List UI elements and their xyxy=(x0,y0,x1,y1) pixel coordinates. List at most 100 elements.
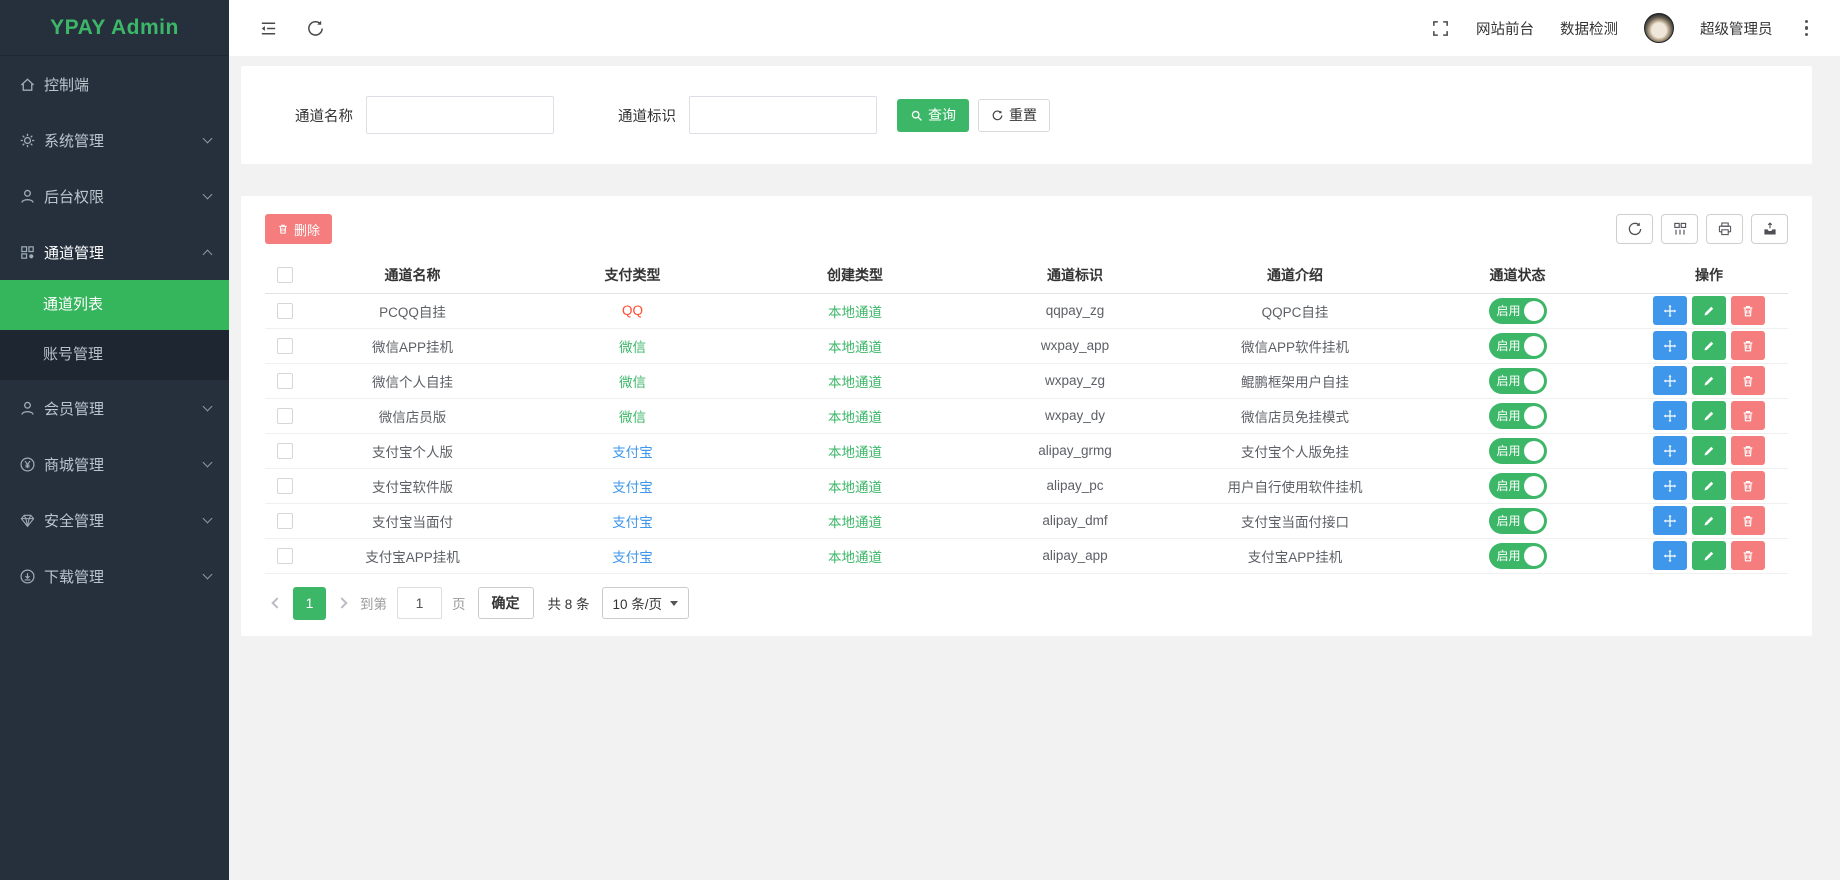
status-toggle[interactable]: 启用 xyxy=(1489,438,1547,464)
avatar[interactable] xyxy=(1644,13,1674,43)
move-button[interactable] xyxy=(1653,506,1687,535)
next-page-icon[interactable] xyxy=(336,597,347,608)
sidebar-subitem-account[interactable]: 账号管理 xyxy=(0,330,229,380)
move-button[interactable] xyxy=(1653,401,1687,430)
pay-type-cell: 支付宝 xyxy=(612,480,653,495)
sidebar-item-download[interactable]: 下载管理 xyxy=(0,548,229,604)
move-button[interactable] xyxy=(1653,436,1687,465)
row-delete-button[interactable] xyxy=(1731,331,1765,360)
move-button[interactable] xyxy=(1653,541,1687,570)
move-button[interactable] xyxy=(1653,366,1687,395)
reset-button[interactable]: 重置 xyxy=(978,99,1050,132)
sidebar-subitem-channel-list[interactable]: 通道列表 xyxy=(0,280,229,330)
move-button[interactable] xyxy=(1653,471,1687,500)
status-toggle[interactable]: 启用 xyxy=(1489,368,1547,394)
export-button[interactable] xyxy=(1751,214,1788,244)
prev-page-icon[interactable] xyxy=(271,597,282,608)
collapse-menu-icon[interactable] xyxy=(259,19,278,38)
fullscreen-icon[interactable] xyxy=(1431,19,1450,38)
more-menu-icon[interactable] xyxy=(1799,18,1815,39)
row-checkbox[interactable] xyxy=(277,478,293,494)
print-button[interactable] xyxy=(1706,214,1743,244)
channel-name-label: 通道名称 xyxy=(295,105,353,126)
row-checkbox[interactable] xyxy=(277,408,293,424)
channel-desc-cell: QQPC自挂 xyxy=(1185,293,1405,328)
status-toggle[interactable]: 启用 xyxy=(1489,508,1547,534)
channel-code-cell: wxpay_zg xyxy=(965,363,1185,398)
site-front-link[interactable]: 网站前台 xyxy=(1476,18,1534,39)
move-icon xyxy=(1663,549,1677,563)
sidebar-item-backend-auth[interactable]: 后台权限 xyxy=(0,168,229,224)
move-button[interactable] xyxy=(1653,296,1687,325)
row-checkbox[interactable] xyxy=(277,303,293,319)
row-delete-button[interactable] xyxy=(1731,401,1765,430)
channel-name-input[interactable] xyxy=(366,96,554,134)
columns-filter-button[interactable] xyxy=(1661,214,1698,244)
status-toggle[interactable]: 启用 xyxy=(1489,403,1547,429)
page-size-select[interactable]: 10 条/页 xyxy=(602,587,690,619)
row-checkbox[interactable] xyxy=(277,373,293,389)
goto-confirm-button[interactable]: 确定 xyxy=(478,587,534,619)
edit-button[interactable] xyxy=(1692,296,1726,325)
trash-icon xyxy=(1741,444,1755,458)
pencil-icon xyxy=(1702,374,1716,388)
sidebar-item-mall[interactable]: 商城管理 xyxy=(0,436,229,492)
pencil-icon xyxy=(1702,514,1716,528)
table-row: 微信个人自挂 微信 本地通道 wxpay_zg 鲲鹏框架用户自挂 启用 xyxy=(265,363,1788,398)
row-delete-button[interactable] xyxy=(1731,296,1765,325)
channel-desc-cell: 微信APP软件挂机 xyxy=(1185,328,1405,363)
status-toggle[interactable]: 启用 xyxy=(1489,333,1547,359)
row-checkbox[interactable] xyxy=(277,513,293,529)
refresh-table-button[interactable] xyxy=(1616,214,1653,244)
query-button[interactable]: 查询 xyxy=(897,99,969,132)
row-checkbox[interactable] xyxy=(277,443,293,459)
toggle-knob xyxy=(1524,301,1544,321)
edit-button[interactable] xyxy=(1692,506,1726,535)
edit-button[interactable] xyxy=(1692,366,1726,395)
refresh-icon xyxy=(1627,221,1643,237)
row-delete-button[interactable] xyxy=(1731,471,1765,500)
edit-button[interactable] xyxy=(1692,471,1726,500)
sidebar-item-channel[interactable]: 通道管理 xyxy=(0,224,229,280)
pay-type-cell: QQ xyxy=(622,303,643,318)
sidebar-item-console[interactable]: 控制端 xyxy=(0,56,229,112)
sidebar-subitem-label: 账号管理 xyxy=(43,346,103,363)
edit-button[interactable] xyxy=(1692,331,1726,360)
sidebar-item-system[interactable]: 系统管理 xyxy=(0,112,229,168)
data-check-link[interactable]: 数据检测 xyxy=(1560,18,1618,39)
edit-button[interactable] xyxy=(1692,541,1726,570)
goto-page-input[interactable] xyxy=(397,587,442,619)
edit-button[interactable] xyxy=(1692,436,1726,465)
status-toggle[interactable]: 启用 xyxy=(1489,473,1547,499)
row-actions xyxy=(1630,471,1788,500)
username[interactable]: 超级管理员 xyxy=(1700,18,1773,39)
sidebar-item-member[interactable]: 会员管理 xyxy=(0,380,229,436)
move-button[interactable] xyxy=(1653,331,1687,360)
row-delete-button[interactable] xyxy=(1731,366,1765,395)
row-checkbox[interactable] xyxy=(277,338,293,354)
channel-name-cell: 微信店员版 xyxy=(305,398,520,433)
row-delete-button[interactable] xyxy=(1731,436,1765,465)
row-actions xyxy=(1630,401,1788,430)
status-toggle[interactable]: 启用 xyxy=(1489,543,1547,569)
delete-button[interactable]: 删除 xyxy=(265,214,332,244)
sidebar-menu: 控制端 系统管理 后台权限 通道管理 通道列表 账号管理 会员管理 xyxy=(0,56,229,604)
sidebar-item-security[interactable]: 安全管理 xyxy=(0,492,229,548)
col-channel-name: 通道名称 xyxy=(305,257,520,293)
row-checkbox[interactable] xyxy=(277,548,293,564)
row-delete-button[interactable] xyxy=(1731,506,1765,535)
sidebar-item-label: 安全管理 xyxy=(44,510,104,531)
topbar-right: 网站前台 数据检测 超级管理员 xyxy=(1431,13,1814,43)
refresh-icon[interactable] xyxy=(306,19,325,38)
current-page-button[interactable]: 1 xyxy=(293,587,326,620)
reset-icon xyxy=(991,109,1004,122)
columns-icon xyxy=(1672,221,1688,237)
edit-button[interactable] xyxy=(1692,401,1726,430)
channel-code-cell: qqpay_zg xyxy=(965,293,1185,328)
row-delete-button[interactable] xyxy=(1731,541,1765,570)
status-toggle[interactable]: 启用 xyxy=(1489,298,1547,324)
select-all-checkbox[interactable] xyxy=(277,267,293,283)
total-count-label: 共 8 条 xyxy=(548,593,590,613)
channel-code-input[interactable] xyxy=(689,96,877,134)
toggle-knob xyxy=(1524,441,1544,461)
